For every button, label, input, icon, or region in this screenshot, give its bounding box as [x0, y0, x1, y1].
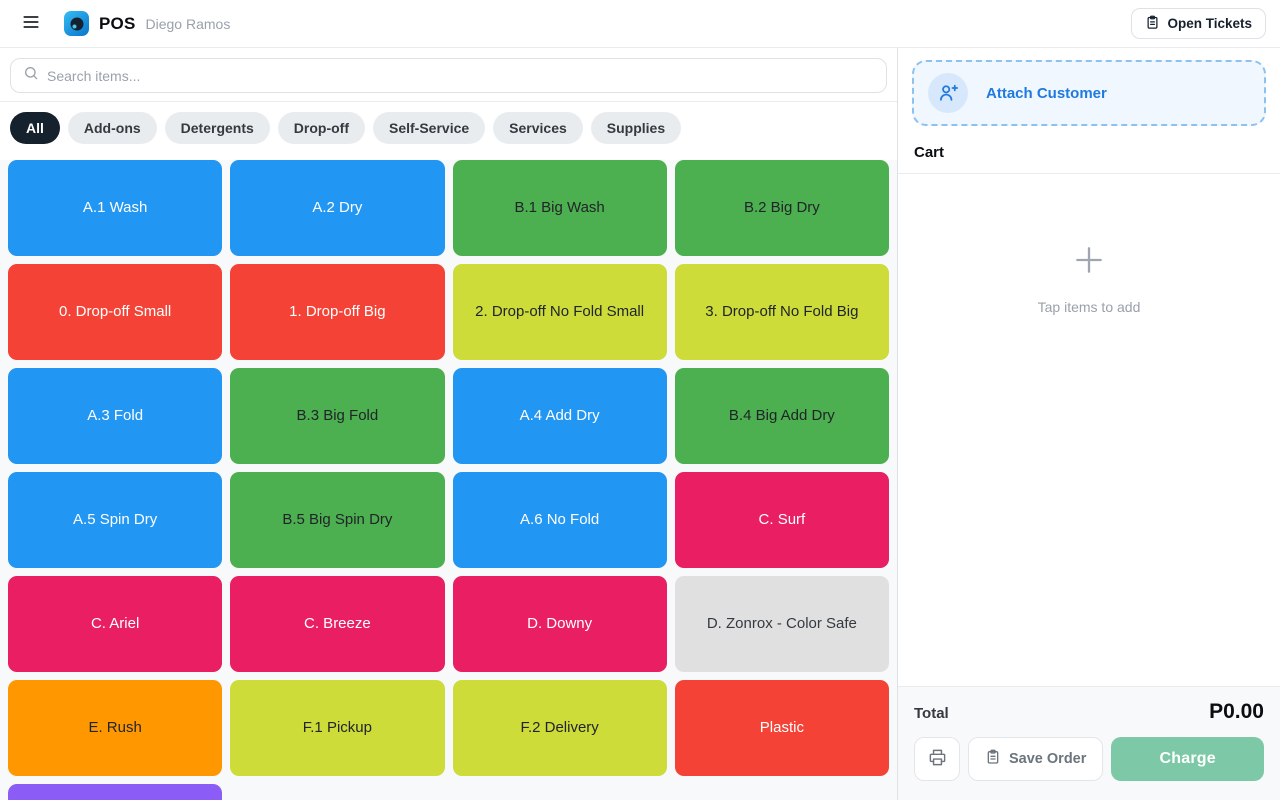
item-button-3-drop-off-no-fold-big[interactable]: 3. Drop-off No Fold Big [675, 264, 889, 360]
category-tab-all[interactable]: All [10, 112, 60, 144]
clipboard-icon [985, 749, 1001, 769]
total-label: Total [914, 705, 949, 722]
item-button-b-4-big-add-dry[interactable]: B.4 Big Add Dry [675, 368, 889, 464]
item-button-f-1-pickup[interactable]: F.1 Pickup [230, 680, 444, 776]
item-button-item[interactable] [8, 784, 222, 800]
item-button-b-2-big-dry[interactable]: B.2 Big Dry [675, 160, 889, 256]
save-order-button[interactable]: Save Order [968, 737, 1103, 781]
catalog-panel: AllAdd-onsDetergentsDrop-offSelf-Service… [0, 48, 898, 800]
category-tab-drop-off[interactable]: Drop-off [278, 112, 365, 144]
open-tickets-button[interactable]: Open Tickets [1131, 8, 1266, 39]
item-button-b-5-big-spin-dry[interactable]: B.5 Big Spin Dry [230, 472, 444, 568]
menu-button[interactable] [14, 7, 48, 41]
app-logo-icon [64, 11, 89, 36]
top-bar: POS Diego Ramos Open Tickets [0, 0, 1280, 48]
printer-icon [928, 748, 947, 770]
item-button-1-drop-off-big[interactable]: 1. Drop-off Big [230, 264, 444, 360]
item-button-c-surf[interactable]: C. Surf [675, 472, 889, 568]
item-button-a-1-wash[interactable]: A.1 Wash [8, 160, 222, 256]
attach-customer-button[interactable]: Attach Customer [912, 60, 1266, 126]
category-tab-services[interactable]: Services [493, 112, 583, 144]
item-button-c-breeze[interactable]: C. Breeze [230, 576, 444, 672]
category-tab-add-ons[interactable]: Add-ons [68, 112, 157, 144]
item-button-c-ariel[interactable]: C. Ariel [8, 576, 222, 672]
attach-customer-label: Attach Customer [986, 85, 1107, 102]
item-button-2-drop-off-no-fold-small[interactable]: 2. Drop-off No Fold Small [453, 264, 667, 360]
cart-footer: Total P0.00 Save Order Charge [898, 686, 1280, 800]
item-button-a-2-dry[interactable]: A.2 Dry [230, 160, 444, 256]
category-tabs: AllAdd-onsDetergentsDrop-offSelf-Service… [0, 102, 897, 144]
item-button-a-5-spin-dry[interactable]: A.5 Spin Dry [8, 472, 222, 568]
item-button-0-drop-off-small[interactable]: 0. Drop-off Small [8, 264, 222, 360]
item-button-a-6-no-fold[interactable]: A.6 No Fold [453, 472, 667, 568]
clipboard-icon [1145, 15, 1160, 33]
category-tab-self-service[interactable]: Self-Service [373, 112, 485, 144]
person-plus-icon [928, 73, 968, 113]
item-grid: A.1 WashA.2 DryB.1 Big WashB.2 Big Dry 0.… [0, 160, 897, 800]
item-button-e-rush[interactable]: E. Rush [8, 680, 222, 776]
item-button-b-3-big-fold[interactable]: B.3 Big Fold [230, 368, 444, 464]
charge-button[interactable]: Charge [1111, 737, 1264, 781]
cart-empty-state: Tap items to add [898, 174, 1280, 315]
cart-panel: Attach Customer Cart Tap items to add To… [898, 48, 1280, 800]
item-grid-area: A.1 WashA.2 DryB.1 Big WashB.2 Big Dry 0.… [0, 160, 897, 800]
save-order-label: Save Order [1009, 751, 1086, 767]
search-box[interactable] [10, 58, 887, 93]
cart-empty-hint: Tap items to add [1038, 299, 1141, 315]
item-button-d-downy[interactable]: D. Downy [453, 576, 667, 672]
cart-title: Cart [898, 138, 1280, 174]
app-title: POS [99, 14, 136, 34]
item-button-plastic[interactable]: Plastic [675, 680, 889, 776]
item-button-f-2-delivery[interactable]: F.2 Delivery [453, 680, 667, 776]
hamburger-icon [21, 12, 41, 35]
search-icon [23, 65, 39, 86]
item-button-a-4-add-dry[interactable]: A.4 Add Dry [453, 368, 667, 464]
plus-icon [1069, 240, 1109, 285]
print-button[interactable] [914, 737, 960, 781]
item-button-b-1-big-wash[interactable]: B.1 Big Wash [453, 160, 667, 256]
total-value: P0.00 [1209, 700, 1264, 724]
item-button-d-zonrox-color-safe[interactable]: D. Zonrox - Color Safe [675, 576, 889, 672]
category-tab-supplies[interactable]: Supplies [591, 112, 681, 144]
search-input[interactable] [47, 68, 874, 84]
item-button-a-3-fold[interactable]: A.3 Fold [8, 368, 222, 464]
category-tab-detergents[interactable]: Detergents [165, 112, 270, 144]
open-tickets-label: Open Tickets [1167, 16, 1252, 31]
user-name: Diego Ramos [146, 16, 231, 32]
